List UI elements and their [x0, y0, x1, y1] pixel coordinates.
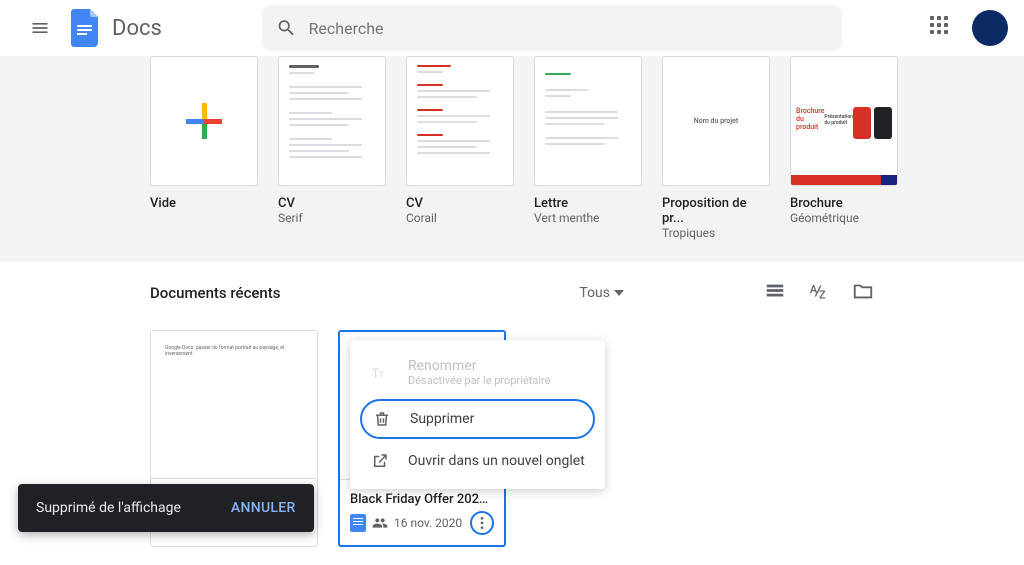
brochure-title: Brochure du produit: [796, 107, 824, 131]
doc-thumb-text: Google Docs: passer du format portrait a…: [165, 345, 303, 357]
hamburger-icon: [30, 18, 50, 38]
menu-item-open-new-tab[interactable]: Ouvrir dans un nouvel onglet: [350, 441, 605, 481]
template-title: CV: [278, 196, 386, 211]
trash-icon: [372, 409, 392, 429]
open-new-tab-icon: [370, 451, 390, 471]
app-name: Docs: [112, 16, 162, 41]
owner-filter-dropdown[interactable]: Tous: [579, 285, 624, 301]
folder-icon: [852, 280, 874, 302]
template-letter[interactable]: Lettre Vert menthe: [534, 56, 642, 240]
open-picker-button[interactable]: [852, 280, 874, 306]
docs-logo-icon: [68, 10, 104, 46]
rename-icon: TT: [370, 363, 390, 383]
template-subtitle: Géométrique: [790, 211, 898, 225]
template-title: Proposition de pr...: [662, 196, 770, 226]
template-proposal[interactable]: Nom du projet Proposition de pr... Tropi…: [662, 56, 770, 240]
template-cv-serif[interactable]: CV Serif: [278, 56, 386, 240]
context-menu: TT RenommerDésactivée par le propriétair…: [350, 340, 605, 489]
brochure-sub: Présentation du produit: [824, 114, 853, 126]
template-title: Lettre: [534, 196, 642, 211]
template-title: Vide: [150, 196, 258, 211]
shared-icon: [372, 515, 388, 531]
menu-label: Supprimer: [410, 411, 474, 427]
sort-az-icon: AZ: [808, 280, 830, 302]
template-project-label: Nom du projet: [694, 117, 738, 125]
recent-heading: Documents récents: [150, 284, 281, 302]
menu-sublabel: Désactivée par le propriétaire: [408, 374, 550, 387]
doc-name: Black Friday Offer 2022 ...: [350, 492, 494, 507]
search-bar[interactable]: [262, 5, 842, 51]
template-title: Brochure: [790, 196, 898, 211]
template-gallery: Vide CV Serif CV Corail Lettre Vert ment…: [0, 56, 1024, 262]
main-menu-button[interactable]: [16, 4, 64, 52]
sort-button[interactable]: AZ: [808, 280, 830, 306]
menu-label: Renommer: [408, 358, 477, 374]
caret-down-icon: [614, 290, 624, 296]
template-cv-coral[interactable]: CV Corail: [406, 56, 514, 240]
template-blank[interactable]: Vide: [150, 56, 258, 240]
menu-label: Ouvrir dans un nouvel onglet: [408, 453, 585, 469]
account-avatar[interactable]: [972, 10, 1008, 46]
toast-message: Supprimé de l'affichage: [36, 500, 181, 516]
docs-file-icon: [350, 514, 366, 532]
filter-label: Tous: [579, 285, 610, 301]
search-icon: [276, 17, 297, 39]
svg-text:T: T: [378, 371, 384, 381]
search-input[interactable]: [309, 19, 828, 38]
plus-icon: [186, 103, 222, 139]
template-subtitle: Corail: [406, 211, 514, 225]
template-title: CV: [406, 196, 514, 211]
google-apps-button[interactable]: [930, 16, 954, 40]
list-view-button[interactable]: [764, 280, 786, 306]
doc-meta: 16 nov. 2020: [394, 516, 464, 530]
svg-text:Z: Z: [819, 288, 826, 301]
template-brochure[interactable]: Brochure du produit Présentation du prod…: [790, 56, 898, 240]
menu-item-rename: TT RenommerDésactivée par le propriétair…: [350, 348, 605, 397]
toast: Supprimé de l'affichage ANNULER: [18, 484, 314, 532]
logo[interactable]: Docs: [68, 10, 162, 46]
list-icon: [764, 280, 786, 302]
doc-more-button[interactable]: [470, 511, 494, 535]
template-subtitle: Tropiques: [662, 226, 770, 240]
more-vert-icon: [474, 515, 490, 531]
toast-undo-button[interactable]: ANNULER: [231, 500, 296, 516]
menu-item-delete[interactable]: Supprimer: [360, 399, 595, 439]
template-subtitle: Vert menthe: [534, 211, 642, 225]
template-subtitle: Serif: [278, 211, 386, 225]
